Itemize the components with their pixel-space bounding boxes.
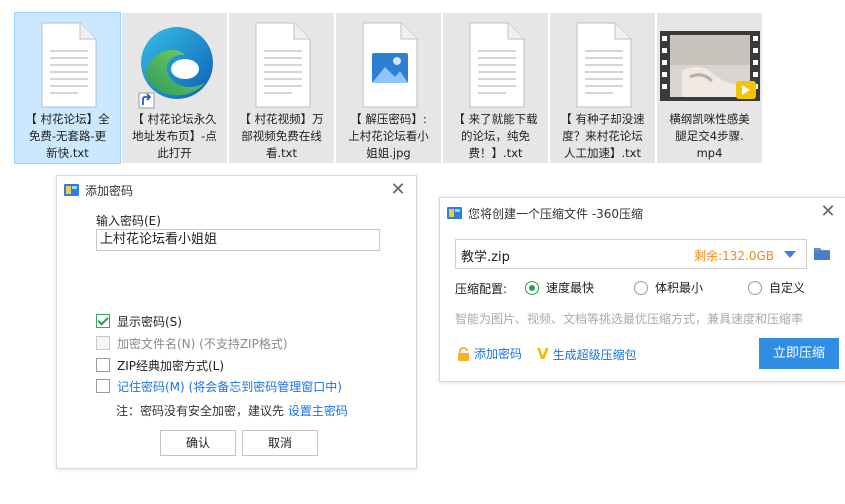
checkbox-label: ZIP经典加密方式(L)	[117, 358, 225, 373]
option-smallest[interactable]: 体积最小	[634, 279, 703, 296]
chevron-down-icon[interactable]	[784, 251, 796, 258]
title-bar[interactable]: 添加密码 ✕	[57, 176, 416, 204]
app-icon	[64, 184, 79, 196]
file-item[interactable]: 【 来了就能下载 的论坛，纯免 费！】.txt	[443, 13, 548, 163]
archive-name: 教学.zip	[461, 250, 510, 265]
file-name: 【 村花论坛】全 免费-无套路-更 新快.txt	[25, 112, 110, 160]
dialog-title: 您将创建一个压缩文件 -360压缩	[468, 206, 644, 221]
option-label: 速度最快	[546, 281, 595, 295]
password-label: 输入密码(E)	[96, 214, 161, 228]
dialog-title: 添加密码	[85, 183, 134, 198]
cancel-button[interactable]: 取消	[242, 430, 318, 456]
file-name: 【 有种子却没速 度？来村花论坛 人工加速】.txt	[560, 112, 645, 160]
checkbox[interactable]	[96, 358, 110, 372]
option-fastest[interactable]: 速度最快	[525, 279, 594, 296]
free-space: 剩余:132.0GB	[694, 249, 774, 263]
file-name: 【 村花论坛永久 地址发布页】-点 此打开	[132, 112, 217, 160]
super-package-label: 生成超级压缩包	[552, 347, 637, 362]
checkbox[interactable]	[96, 379, 110, 393]
checkbox-label: 记住密码(M) (将会备忘到密码管理窗口中)	[117, 379, 342, 394]
radio-button[interactable]	[525, 280, 539, 295]
text-file-icon	[255, 22, 310, 108]
set-master-password-link[interactable]: 设置主密码	[288, 404, 348, 418]
radio-button[interactable]	[748, 280, 762, 295]
checkbox	[96, 336, 110, 350]
file-item[interactable]: 【 村花论坛】全 免费-无套路-更 新快.txt	[14, 12, 121, 164]
folder-icon[interactable]	[814, 246, 830, 260]
create-archive-dialog: 您将创建一个压缩文件 -360压缩 ✕ 教学.zip 剩余:132.0GB 压缩…	[439, 197, 845, 382]
text-file-icon	[469, 22, 524, 108]
add-password-link[interactable]: 添加密码	[457, 345, 522, 362]
zip-classic-encryption-checkbox[interactable]: ZIP经典加密方式(L)	[96, 356, 224, 374]
compression-config-label: 压缩配置:	[455, 282, 508, 296]
checkbox-label: 加密文件名(N) (不支持ZIP格式)	[117, 336, 288, 351]
password-input[interactable]: 上村花论坛看小姐姐	[96, 229, 380, 251]
file-item[interactable]: 横纲凯咪性感美 腿足交4步骤. mp4	[657, 13, 762, 163]
add-password-dialog: 添加密码 ✕ 输入密码(E) 上村花论坛看小姐姐 显示密码(S) 加密文件名(N…	[56, 175, 417, 469]
security-note: 注：密码没有安全加密，建议先 设置主密码	[116, 402, 348, 419]
file-name: 【 村花视频】万 部视频免费在线 看.txt	[239, 112, 324, 160]
file-name: 【 解压密码】: 上村花论坛看小 姐姐.jpg	[348, 112, 429, 160]
video-thumbnail-icon	[659, 31, 760, 101]
encrypt-filenames-checkbox: 加密文件名(N) (不支持ZIP格式)	[96, 334, 288, 352]
add-password-label: 添加密码	[474, 347, 523, 361]
text-file-icon	[41, 22, 96, 108]
checkbox[interactable]	[96, 314, 110, 328]
option-label: 体积最小	[655, 281, 704, 295]
compress-now-button[interactable]: 立即压缩	[759, 338, 839, 369]
remember-password-checkbox[interactable]: 记住密码(M) (将会备忘到密码管理窗口中)	[96, 377, 342, 395]
file-name: 【 来了就能下载 的论坛，纯免 费！】.txt	[453, 112, 538, 160]
file-item[interactable]: 【 村花论坛永久 地址发布页】-点 此打开	[122, 13, 227, 163]
confirm-button[interactable]: 确认	[160, 430, 236, 456]
checkbox-label: 显示密码(S)	[117, 314, 182, 329]
app-icon	[447, 207, 462, 219]
file-item[interactable]: 【 村花视频】万 部视频免费在线 看.txt	[229, 13, 334, 163]
note-text: 注：密码没有安全加密，建议先	[116, 404, 285, 418]
vip-v-icon: V	[537, 345, 549, 363]
radio-button[interactable]	[634, 280, 648, 295]
option-custom[interactable]: 自定义	[748, 279, 805, 296]
title-bar[interactable]: 您将创建一个压缩文件 -360压缩 ✕	[440, 198, 845, 228]
edge-shortcut-icon	[138, 27, 213, 109]
option-label: 自定义	[769, 281, 806, 295]
text-file-icon	[576, 22, 631, 108]
close-icon[interactable]: ✕	[388, 180, 408, 200]
file-name: 横纲凯咪性感美 腿足交4步骤. mp4	[669, 112, 750, 160]
lock-icon	[458, 346, 469, 361]
file-item[interactable]: 【 有种子却没速 度？来村花论坛 人工加速】.txt	[550, 13, 655, 163]
super-package-link[interactable]: V 生成超级压缩包	[537, 345, 637, 363]
archive-name-field[interactable]: 教学.zip 剩余:132.0GB	[455, 239, 807, 269]
file-item[interactable]: 【 解压密码】: 上村花论坛看小 姐姐.jpg	[336, 13, 441, 163]
close-icon[interactable]: ✕	[818, 202, 838, 222]
image-file-icon	[362, 22, 417, 108]
show-password-checkbox[interactable]: 显示密码(S)	[96, 312, 182, 330]
compression-hint: 智能为图片、视频、文档等挑选最优压缩方式，兼具速度和压缩率	[455, 312, 804, 326]
